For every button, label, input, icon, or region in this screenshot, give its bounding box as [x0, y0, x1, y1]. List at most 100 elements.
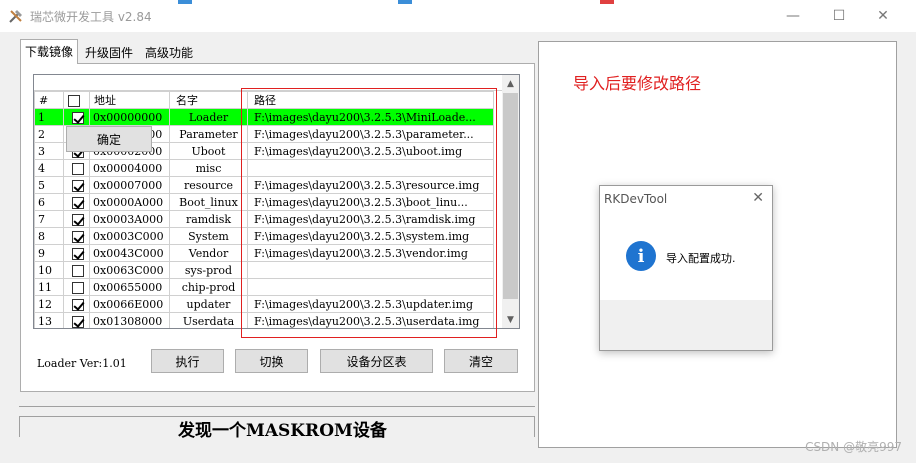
- row-name[interactable]: Loader: [169, 108, 248, 126]
- row-checkbox-cell[interactable]: [63, 159, 90, 177]
- row-path[interactable]: F:\images\dayu200\3.2.5.3\vendor.img: [247, 244, 494, 262]
- row-name[interactable]: System: [169, 227, 248, 245]
- dialog-message: 导入配置成功.: [666, 252, 736, 265]
- row-address[interactable]: 0x0000A000: [89, 193, 170, 211]
- row-number: 12: [34, 295, 64, 313]
- row-name[interactable]: resource: [169, 176, 248, 194]
- checkbox-icon[interactable]: [72, 264, 84, 277]
- row-checkbox-cell[interactable]: [63, 227, 90, 245]
- scroll-up-icon[interactable]: ▲: [502, 75, 519, 92]
- table-row[interactable]: 12 0x0066E000 updater F:\images\dayu200\3.2…: [34, 295, 494, 313]
- table-row[interactable]: 1 0x00000000 Loader F:\images\dayu200\3.2.5…: [34, 108, 494, 126]
- row-address[interactable]: 0x01308000: [89, 312, 170, 328]
- vertical-scrollbar[interactable]: ▲ ▼: [502, 75, 519, 328]
- row-number: 7: [34, 210, 64, 228]
- table-row[interactable]: 7 0x0003A000 ramdisk F:\images\dayu200\3.2.…: [34, 210, 494, 228]
- row-checkbox-cell[interactable]: [63, 108, 90, 126]
- row-address[interactable]: 0x0063C000: [89, 261, 170, 279]
- table-row[interactable]: 10 0x0063C000 sys-prod: [34, 261, 494, 279]
- table-row[interactable]: 11 0x00655000 chip-prod: [34, 278, 494, 296]
- row-checkbox-cell[interactable]: [63, 193, 90, 211]
- tab-advanced[interactable]: 高级功能: [141, 41, 197, 63]
- column-header-path[interactable]: 路径: [247, 91, 494, 109]
- execute-button[interactable]: 执行: [151, 349, 224, 373]
- row-path[interactable]: [247, 159, 494, 177]
- row-path[interactable]: F:\images\dayu200\3.2.5.3\resource.img: [247, 176, 494, 194]
- partition-table[interactable]: # 地址 名字 路径 1 0x00000000 Loader F:\images\da…: [33, 74, 520, 329]
- row-address[interactable]: 0x00007000: [89, 176, 170, 194]
- row-checkbox-cell[interactable]: [63, 278, 90, 296]
- checkbox-icon[interactable]: [72, 230, 84, 243]
- checkbox-icon[interactable]: [72, 281, 84, 294]
- row-name[interactable]: Boot_linux: [169, 193, 248, 211]
- row-checkbox-cell[interactable]: [63, 261, 90, 279]
- row-number: 1: [34, 108, 64, 126]
- checkbox-icon[interactable]: [72, 213, 84, 226]
- row-address[interactable]: 0x00655000: [89, 278, 170, 296]
- row-name[interactable]: updater: [169, 295, 248, 313]
- row-name[interactable]: sys-prod: [169, 261, 248, 279]
- row-checkbox-cell[interactable]: [63, 244, 90, 262]
- table-row[interactable]: 13 0x01308000 Userdata F:\images\dayu200\3.…: [34, 312, 494, 328]
- row-name[interactable]: Uboot: [169, 142, 248, 160]
- table-row[interactable]: 8 0x0003C000 System F:\images\dayu200\3.2.5…: [34, 227, 494, 245]
- table-row[interactable]: 6 0x0000A000 Boot_linux F:\images\dayu200\3…: [34, 193, 494, 211]
- checkbox-icon[interactable]: [72, 179, 84, 192]
- row-address[interactable]: 0x00000000: [89, 108, 170, 126]
- row-number: 5: [34, 176, 64, 194]
- row-checkbox-cell[interactable]: [63, 295, 90, 313]
- maximize-button[interactable]: ☐: [816, 0, 862, 32]
- annotation-note: 导入后要修改路径: [573, 74, 702, 93]
- column-header-address[interactable]: 地址: [89, 91, 170, 109]
- row-path[interactable]: F:\images\dayu200\3.2.5.3\MiniLoade...: [247, 108, 494, 126]
- table-row[interactable]: 9 0x0043C000 Vendor F:\images\dayu200\3.2.5…: [34, 244, 494, 262]
- row-address[interactable]: 0x0066E000: [89, 295, 170, 313]
- row-name[interactable]: chip-prod: [169, 278, 248, 296]
- row-name[interactable]: misc: [169, 159, 248, 177]
- close-button[interactable]: ✕: [860, 0, 906, 32]
- partition-table-button[interactable]: 设备分区表: [320, 349, 433, 373]
- checkbox-icon[interactable]: [68, 94, 80, 107]
- row-address[interactable]: 0x0003C000: [89, 227, 170, 245]
- tab-upgrade-firmware[interactable]: 升级固件: [81, 41, 137, 63]
- row-checkbox-cell[interactable]: [63, 210, 90, 228]
- row-path[interactable]: F:\images\dayu200\3.2.5.3\updater.img: [247, 295, 494, 313]
- row-name[interactable]: Parameter: [169, 125, 248, 143]
- column-header-number[interactable]: #: [34, 91, 64, 109]
- row-address[interactable]: 0x0043C000: [89, 244, 170, 262]
- row-name[interactable]: Userdata: [169, 312, 248, 328]
- row-path[interactable]: F:\images\dayu200\3.2.5.3\system.img: [247, 227, 494, 245]
- checkbox-icon[interactable]: [72, 196, 84, 209]
- checkbox-icon[interactable]: [72, 111, 84, 124]
- switch-button[interactable]: 切换: [235, 349, 308, 373]
- column-header-check[interactable]: [63, 91, 90, 109]
- row-path[interactable]: F:\images\dayu200\3.2.5.3\boot_linu...: [247, 193, 494, 211]
- scroll-down-icon[interactable]: ▼: [502, 311, 519, 328]
- info-icon: i: [626, 241, 656, 271]
- table-row[interactable]: 4 0x00004000 misc: [34, 159, 494, 177]
- row-name[interactable]: Vendor: [169, 244, 248, 262]
- ok-button[interactable]: 确定: [66, 126, 152, 152]
- checkbox-icon[interactable]: [72, 315, 84, 328]
- row-address[interactable]: 0x0003A000: [89, 210, 170, 228]
- row-checkbox-cell[interactable]: [63, 312, 90, 328]
- clear-button[interactable]: 清空: [444, 349, 518, 373]
- table-row[interactable]: 5 0x00007000 resource F:\images\dayu200\3.2…: [34, 176, 494, 194]
- row-path[interactable]: F:\images\dayu200\3.2.5.3\userdata.img: [247, 312, 494, 328]
- checkbox-icon[interactable]: [72, 298, 84, 311]
- row-path[interactable]: [247, 261, 494, 279]
- column-header-name[interactable]: 名字: [169, 91, 248, 109]
- row-address[interactable]: 0x00004000: [89, 159, 170, 177]
- row-name[interactable]: ramdisk: [169, 210, 248, 228]
- dialog-close-icon[interactable]: ✕: [752, 190, 764, 206]
- minimize-button[interactable]: —: [770, 0, 816, 32]
- scrollbar-thumb[interactable]: [503, 93, 518, 299]
- row-path[interactable]: F:\images\dayu200\3.2.5.3\ramdisk.img: [247, 210, 494, 228]
- checkbox-icon[interactable]: [72, 162, 84, 175]
- row-path[interactable]: [247, 278, 494, 296]
- row-checkbox-cell[interactable]: [63, 176, 90, 194]
- tab-download-image[interactable]: 下载镜像: [20, 39, 79, 64]
- checkbox-icon[interactable]: [72, 247, 84, 260]
- row-path[interactable]: F:\images\dayu200\3.2.5.3\uboot.img: [247, 142, 494, 160]
- row-path[interactable]: F:\images\dayu200\3.2.5.3\parameter...: [247, 125, 494, 143]
